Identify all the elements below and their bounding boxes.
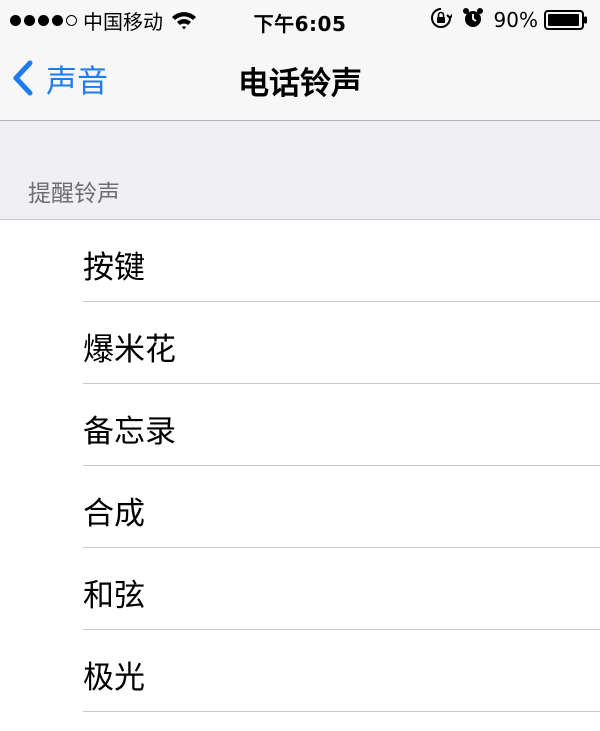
status-bar: 中国移动 下午6:05 90%	[0, 0, 600, 40]
settings-screen: 中国移动 下午6:05 90% 声音 电话铃声 提醒铃声 按键 爆米花 备忘录 …	[0, 0, 600, 731]
navigation-bar: 声音 电话铃声	[0, 40, 600, 121]
ringtone-item[interactable]: 和弦	[0, 548, 600, 630]
ringtone-label: 和弦	[83, 578, 145, 614]
alarm-icon	[462, 7, 484, 34]
battery-percent: 90%	[493, 8, 538, 32]
ringtone-label: 极光	[83, 660, 145, 696]
ringtone-item[interactable]: 按键	[0, 220, 600, 302]
page-title: 电话铃声	[238, 66, 362, 102]
rotation-lock-icon	[430, 7, 453, 34]
battery-icon	[544, 10, 588, 30]
ringtone-list: 按键 爆米花 备忘录 合成 和弦 极光	[0, 220, 600, 712]
ringtone-item[interactable]: 极光	[0, 630, 600, 712]
separator	[83, 711, 600, 712]
ringtone-label: 按键	[83, 250, 145, 286]
ringtone-item[interactable]: 备忘录	[0, 384, 600, 466]
ringtone-label: 爆米花	[83, 332, 176, 368]
section-title: 提醒铃声	[28, 181, 120, 207]
ringtone-label: 备忘录	[83, 414, 176, 450]
section-header: 提醒铃声	[0, 121, 600, 220]
ringtone-item[interactable]: 爆米花	[0, 302, 600, 384]
ringtone-item[interactable]: 合成	[0, 466, 600, 548]
status-right: 90%	[430, 7, 588, 34]
ringtone-label: 合成	[83, 496, 145, 532]
